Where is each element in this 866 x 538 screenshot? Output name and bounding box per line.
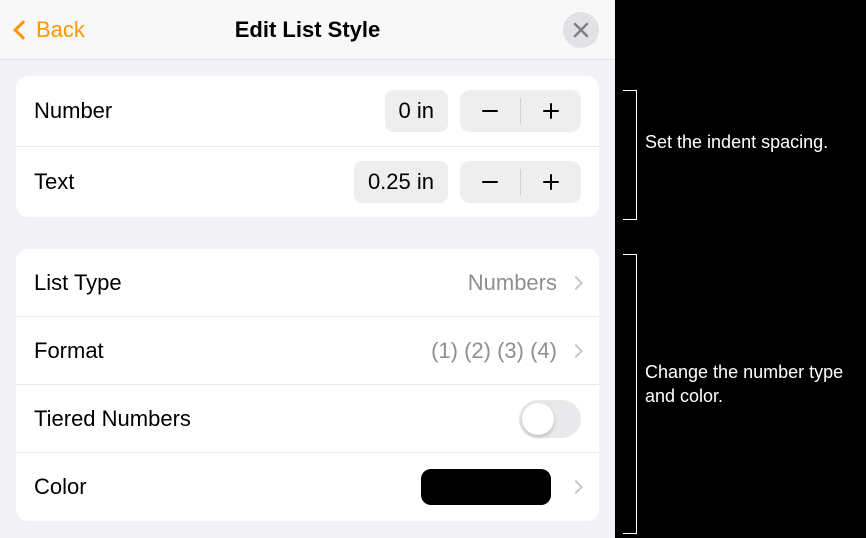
back-button[interactable]: Back [16,17,85,43]
back-label: Back [36,17,85,43]
color-row[interactable]: Color [16,453,599,521]
text-value: 0.25 in [354,161,448,203]
content: Number 0 in Text 0.25 in [0,60,615,538]
number-label: Number [34,98,112,124]
indent-group: Number 0 in Text 0.25 in [16,76,599,217]
text-increment-button[interactable] [521,161,581,203]
number-decrement-button[interactable] [460,90,520,132]
number-indent-row: Number 0 in [16,76,599,147]
list-type-value: Numbers [468,270,557,296]
text-decrement-button[interactable] [460,161,520,203]
chevron-right-icon [569,343,583,357]
number-increment-button[interactable] [521,90,581,132]
edit-list-style-panel: Back Edit List Style Number 0 in [0,0,615,538]
text-label: Text [34,169,74,195]
plus-icon [541,101,561,121]
tiered-numbers-label: Tiered Numbers [34,406,191,432]
settings-group: List Type Numbers Format (1) (2) (3) (4)… [16,249,599,521]
plus-icon [541,172,561,192]
list-type-row[interactable]: List Type Numbers [16,249,599,317]
chevron-left-icon [13,20,33,40]
callouts-area: Set the indent spacing. Change the numbe… [615,0,866,538]
number-value: 0 in [385,90,448,132]
callout-indent: Set the indent spacing. [645,130,846,154]
minus-icon [480,101,500,121]
callout-settings: Change the number type and color. [645,360,846,409]
format-row[interactable]: Format (1) (2) (3) (4) [16,317,599,385]
number-stepper [460,90,581,132]
chevron-right-icon [569,480,583,494]
format-value: (1) (2) (3) (4) [431,338,557,364]
bracket-icon [623,90,637,220]
text-indent-row: Text 0.25 in [16,147,599,217]
header: Back Edit List Style [0,0,615,60]
list-type-label: List Type [34,270,122,296]
text-stepper [460,161,581,203]
tiered-numbers-toggle[interactable] [519,400,581,438]
tiered-numbers-row: Tiered Numbers [16,385,599,453]
close-button[interactable] [563,12,599,48]
chevron-right-icon [569,275,583,289]
close-icon [573,22,589,38]
bracket-icon [623,254,637,534]
minus-icon [480,172,500,192]
toggle-knob [522,403,554,435]
format-label: Format [34,338,104,364]
color-swatch [421,469,551,505]
color-label: Color [34,474,87,500]
page-title: Edit List Style [235,17,380,43]
